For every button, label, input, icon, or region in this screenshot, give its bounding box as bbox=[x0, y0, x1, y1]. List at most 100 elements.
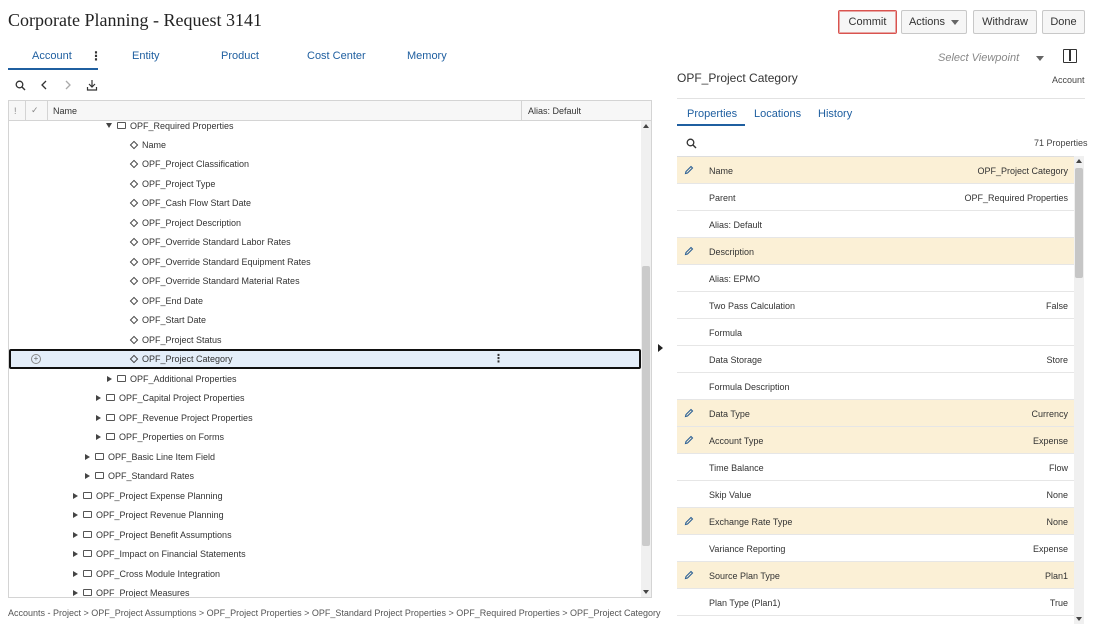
chevron-down-icon[interactable] bbox=[1036, 56, 1044, 61]
table-row[interactable]: OPF_Required Properties bbox=[9, 121, 641, 135]
table-row[interactable]: OPF_Project Benefit Assumptions bbox=[9, 525, 641, 544]
download-icon[interactable] bbox=[80, 76, 104, 94]
column-header-name[interactable]: Name bbox=[53, 106, 77, 116]
edit-icon[interactable] bbox=[684, 165, 694, 177]
table-row[interactable]: OPF_Override Standard Material Rates bbox=[9, 271, 641, 290]
expand-icon[interactable] bbox=[70, 588, 80, 598]
scroll-up-icon[interactable] bbox=[643, 124, 649, 128]
expand-icon[interactable] bbox=[93, 413, 103, 423]
actions-button[interactable]: Actions bbox=[901, 10, 967, 34]
edit-icon[interactable] bbox=[684, 435, 694, 447]
table-row[interactable]: Name bbox=[9, 135, 641, 154]
table-row[interactable]: OPF_Project Classification bbox=[9, 154, 641, 173]
property-row[interactable]: Formula bbox=[677, 319, 1074, 346]
scroll-down-icon[interactable] bbox=[643, 590, 649, 594]
property-row[interactable]: Source Plan Type Plan1 bbox=[677, 562, 1074, 589]
viewpoint-select[interactable]: Select Viewpoint bbox=[938, 52, 1019, 64]
scrollbar-thumb[interactable] bbox=[642, 266, 650, 546]
expand-icon[interactable] bbox=[93, 432, 103, 442]
property-row[interactable]: Variance Reporting Expense bbox=[677, 535, 1074, 562]
table-row[interactable]: OPF_Basic Line Item Field bbox=[9, 447, 641, 466]
tab-locations[interactable]: Locations bbox=[754, 108, 801, 120]
expand-icon[interactable] bbox=[70, 530, 80, 540]
checkmark-icon[interactable]: ✓ bbox=[31, 105, 39, 116]
property-row[interactable]: Two Pass Calculation False bbox=[677, 292, 1074, 319]
table-row[interactable]: OPF_Revenue Project Properties bbox=[9, 408, 641, 427]
table-row[interactable]: OPF_Start Date bbox=[9, 310, 641, 329]
scrollbar-thumb[interactable] bbox=[1075, 168, 1083, 278]
tab-product[interactable]: Product bbox=[221, 50, 259, 62]
table-row[interactable]: OPF_Project Revenue Planning bbox=[9, 505, 641, 524]
table-row[interactable]: OPF_Project Type bbox=[9, 174, 641, 193]
expand-icon[interactable] bbox=[82, 452, 92, 462]
tab-memory[interactable]: Memory bbox=[407, 50, 447, 62]
table-row[interactable]: OPF_Project Measures bbox=[9, 583, 641, 597]
table-row[interactable]: OPF_Cash Flow Start Date bbox=[9, 193, 641, 212]
table-row[interactable]: OPF_Cross Module Integration bbox=[9, 564, 641, 583]
table-row[interactable]: OPF_End Date bbox=[9, 291, 641, 310]
withdraw-button[interactable]: Withdraw bbox=[973, 10, 1037, 34]
expand-icon[interactable] bbox=[70, 491, 80, 501]
property-row[interactable]: Time Balance Flow bbox=[677, 454, 1074, 481]
search-icon[interactable] bbox=[686, 136, 697, 154]
edit-icon[interactable] bbox=[684, 408, 694, 420]
scroll-down-icon[interactable] bbox=[1076, 617, 1082, 621]
edit-icon[interactable] bbox=[684, 516, 694, 528]
more-options-icon[interactable]: ⋮ bbox=[90, 49, 102, 63]
table-row[interactable]: OPF_Project Expense Planning bbox=[9, 486, 641, 505]
tab-account[interactable]: Account bbox=[32, 50, 72, 62]
property-label: Skip Value bbox=[709, 490, 752, 500]
table-row[interactable]: OPF_Project Status bbox=[9, 330, 641, 349]
table-row[interactable]: OPF_Standard Rates bbox=[9, 466, 641, 485]
tab-cost-center[interactable]: Cost Center bbox=[307, 50, 366, 62]
expand-icon[interactable] bbox=[93, 393, 103, 403]
expand-icon[interactable] bbox=[70, 510, 80, 520]
chevron-right-icon[interactable] bbox=[56, 76, 80, 94]
table-row[interactable]: OPF_Override Standard Equipment Rates bbox=[9, 252, 641, 271]
folder-icon bbox=[83, 550, 92, 557]
table-row[interactable]: OPF_Override Standard Labor Rates bbox=[9, 232, 641, 251]
property-row[interactable]: Exchange Rate Type None bbox=[677, 508, 1074, 535]
table-row-selected[interactable]: + OPF_Project Category ⋮ bbox=[9, 349, 641, 369]
table-row[interactable]: OPF_Additional Properties bbox=[9, 369, 641, 388]
edit-icon[interactable] bbox=[684, 570, 694, 582]
row-menu-icon[interactable]: ⋮ bbox=[493, 352, 504, 365]
property-row[interactable]: Data Type Currency bbox=[677, 400, 1074, 427]
table-row[interactable]: OPF_Impact on Financial Statements bbox=[9, 544, 641, 563]
expand-icon[interactable] bbox=[104, 374, 114, 384]
search-icon[interactable] bbox=[8, 76, 32, 94]
member-icon bbox=[129, 179, 139, 188]
table-row[interactable]: OPF_Capital Project Properties bbox=[9, 388, 641, 407]
property-row[interactable]: Description bbox=[677, 238, 1074, 265]
expand-icon[interactable] bbox=[70, 569, 80, 579]
properties-scrollbar[interactable] bbox=[1074, 156, 1084, 624]
property-row[interactable]: Account Type Expense bbox=[677, 427, 1074, 454]
table-row[interactable]: OPF_Properties on Forms bbox=[9, 427, 641, 446]
add-icon[interactable]: + bbox=[31, 354, 41, 364]
scroll-up-icon[interactable] bbox=[1076, 159, 1082, 163]
collapse-icon[interactable] bbox=[104, 121, 114, 131]
tab-history[interactable]: History bbox=[818, 108, 852, 120]
expand-icon[interactable] bbox=[70, 549, 80, 559]
tab-properties[interactable]: Properties bbox=[687, 108, 737, 120]
panel-toggle-icon[interactable] bbox=[658, 344, 663, 352]
edit-icon[interactable] bbox=[684, 246, 694, 258]
property-row[interactable]: Plan Type (Plan1) True bbox=[677, 589, 1074, 616]
tab-entity[interactable]: Entity bbox=[132, 50, 160, 62]
commit-button[interactable]: Commit bbox=[838, 10, 897, 34]
expand-icon[interactable] bbox=[82, 471, 92, 481]
split-layout-icon[interactable] bbox=[1063, 49, 1077, 63]
property-row[interactable]: Formula Description bbox=[677, 373, 1074, 400]
table-row[interactable]: OPF_Project Description bbox=[9, 213, 641, 232]
property-row[interactable]: Alias: Default bbox=[677, 211, 1074, 238]
folder-icon bbox=[83, 492, 92, 499]
property-row[interactable]: Alias: EPMO bbox=[677, 265, 1074, 292]
done-button[interactable]: Done bbox=[1042, 10, 1085, 34]
property-row[interactable]: Skip Value None bbox=[677, 481, 1074, 508]
property-row[interactable]: Parent OPF_Required Properties bbox=[677, 184, 1074, 211]
grid-scrollbar[interactable] bbox=[641, 121, 651, 597]
column-header-alias[interactable]: Alias: Default bbox=[521, 101, 581, 120]
property-row[interactable]: Name OPF_Project Category bbox=[677, 157, 1074, 184]
property-row[interactable]: Data Storage Store bbox=[677, 346, 1074, 373]
chevron-left-icon[interactable] bbox=[32, 76, 56, 94]
